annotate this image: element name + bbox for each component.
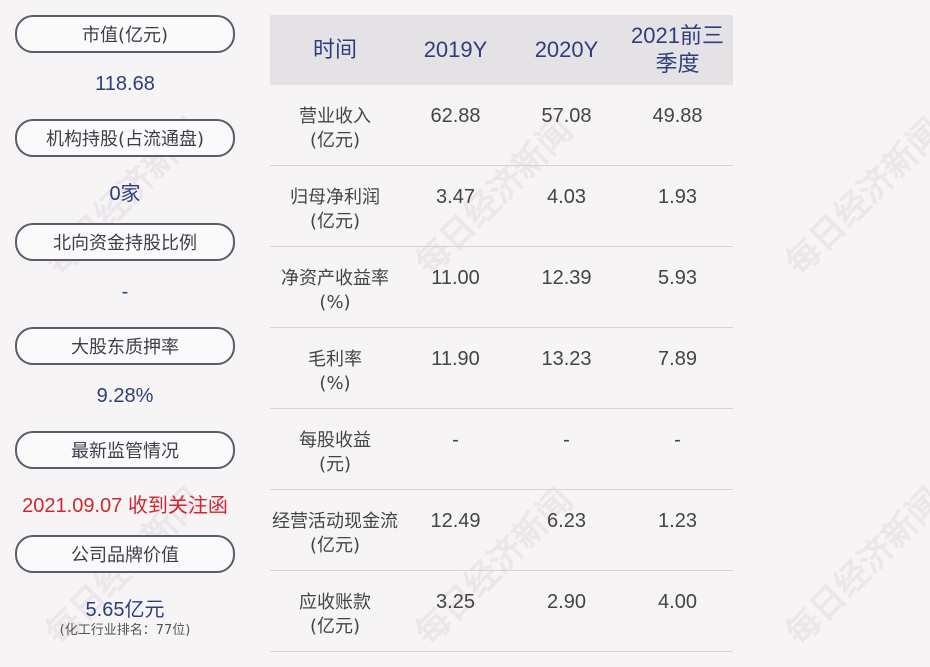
- row-label-unit: (亿元): [309, 535, 361, 556]
- northbound-holding-label: 北向资金持股比例: [15, 223, 235, 261]
- table-row: 营业收入 (亿元) 62.88 57.08 49.88: [270, 85, 733, 166]
- row-label: 营业收入 (亿元): [270, 85, 400, 165]
- header-2019: 2019Y: [423, 37, 488, 62]
- cell-value: 57.08: [541, 105, 592, 127]
- brand-value-value: 5.65亿元: [85, 599, 165, 621]
- cell-value: 1.23: [658, 510, 697, 532]
- row-label-unit: (亿元): [309, 211, 361, 232]
- cell-value: -: [674, 429, 681, 451]
- row-label-main: 应收账款: [299, 592, 371, 613]
- header-2021q3: 2021前三 季度: [631, 23, 724, 76]
- cell-value: 6.23: [547, 510, 586, 532]
- cell-value: 62.88: [430, 105, 481, 127]
- market-cap-label: 市值(亿元): [15, 15, 235, 53]
- cell-value: 5.93: [658, 267, 697, 289]
- table-row: 归母净利润 (亿元) 3.47 4.03 1.93: [270, 166, 733, 247]
- cell-value: 3.25: [436, 591, 475, 613]
- cell-value: 13.23: [541, 348, 592, 370]
- table-row: 毛利率 (%) 11.90 13.23 7.89: [270, 328, 733, 409]
- row-label-main: 归母净利润: [290, 187, 380, 208]
- market-cap-value: 118.68: [95, 73, 155, 95]
- institution-holding-label: 机构持股(占流通盘): [15, 119, 235, 157]
- cell-value: 11.00: [431, 267, 480, 289]
- cell-value: 7.89: [658, 348, 697, 370]
- row-label-main: 净资产收益率: [281, 268, 389, 289]
- table-header: 时间 2019Y 2020Y 2021前三 季度: [270, 15, 733, 85]
- cell-value: 2.90: [547, 591, 586, 613]
- brand-value-label: 公司品牌价值: [15, 535, 235, 573]
- row-label-unit: (亿元): [309, 616, 361, 637]
- header-2020: 2020Y: [534, 37, 599, 62]
- row-label: 净资产收益率 (%): [270, 247, 400, 327]
- summary-panel: 市值(亿元) 118.68 机构持股(占流通盘) 0家 北向资金持股比例 - 大…: [0, 0, 250, 667]
- row-label-main: 营业收入: [299, 106, 371, 127]
- pledge-rate-value: 9.28%: [96, 385, 154, 407]
- table-row: 净资产收益率 (%) 11.00 12.39 5.93: [270, 247, 733, 328]
- row-label-unit: (%): [319, 373, 351, 394]
- cell-value: 3.47: [436, 186, 475, 208]
- cell-value: -: [452, 429, 459, 451]
- cell-value: 12.49: [430, 510, 481, 532]
- cell-value: 4.00: [658, 591, 697, 613]
- row-label-unit: (亿元): [309, 130, 361, 151]
- regulation-value: 2021.09.07 收到关注函: [22, 495, 228, 517]
- row-label-unit: (元): [318, 454, 352, 475]
- row-label: 每股收益 (元): [270, 409, 400, 489]
- cell-value: 49.88: [652, 105, 703, 127]
- row-label-main: 每股收益: [299, 430, 371, 451]
- northbound-holding-value: -: [121, 281, 129, 303]
- watermark: 每日经济新闻: [778, 480, 930, 654]
- pledge-rate-label: 大股东质押率: [15, 327, 235, 365]
- financial-table: 时间 2019Y 2020Y 2021前三 季度 营业收入 (亿元) 62.88 …: [270, 15, 733, 652]
- cell-value: 12.39: [541, 267, 592, 289]
- industry-rank-note: (化工行业排名：77位): [59, 623, 191, 638]
- row-label-main: 毛利率: [308, 349, 362, 370]
- watermark: 每日经济新闻: [778, 110, 930, 284]
- table-row: 应收账款 (亿元) 3.25 2.90 4.00: [270, 571, 733, 652]
- row-label: 应收账款 (亿元): [270, 571, 400, 651]
- regulation-label: 最新监管情况: [15, 431, 235, 469]
- table-row: 经营活动现金流 (亿元) 12.49 6.23 1.23: [270, 490, 733, 571]
- institution-holding-value: 0家: [109, 183, 141, 205]
- cell-value: -: [563, 429, 570, 451]
- cell-value: 11.90: [431, 348, 480, 370]
- row-label: 归母净利润 (亿元): [270, 166, 400, 246]
- cell-value: 1.93: [658, 186, 697, 208]
- row-label-main: 经营活动现金流: [272, 511, 398, 532]
- row-label: 经营活动现金流 (亿元): [270, 490, 400, 570]
- cell-value: 4.03: [547, 186, 586, 208]
- row-label-unit: (%): [319, 292, 351, 313]
- row-label: 毛利率 (%): [270, 328, 400, 408]
- header-time: 时间: [312, 37, 357, 62]
- table-row: 每股收益 (元) - - -: [270, 409, 733, 490]
